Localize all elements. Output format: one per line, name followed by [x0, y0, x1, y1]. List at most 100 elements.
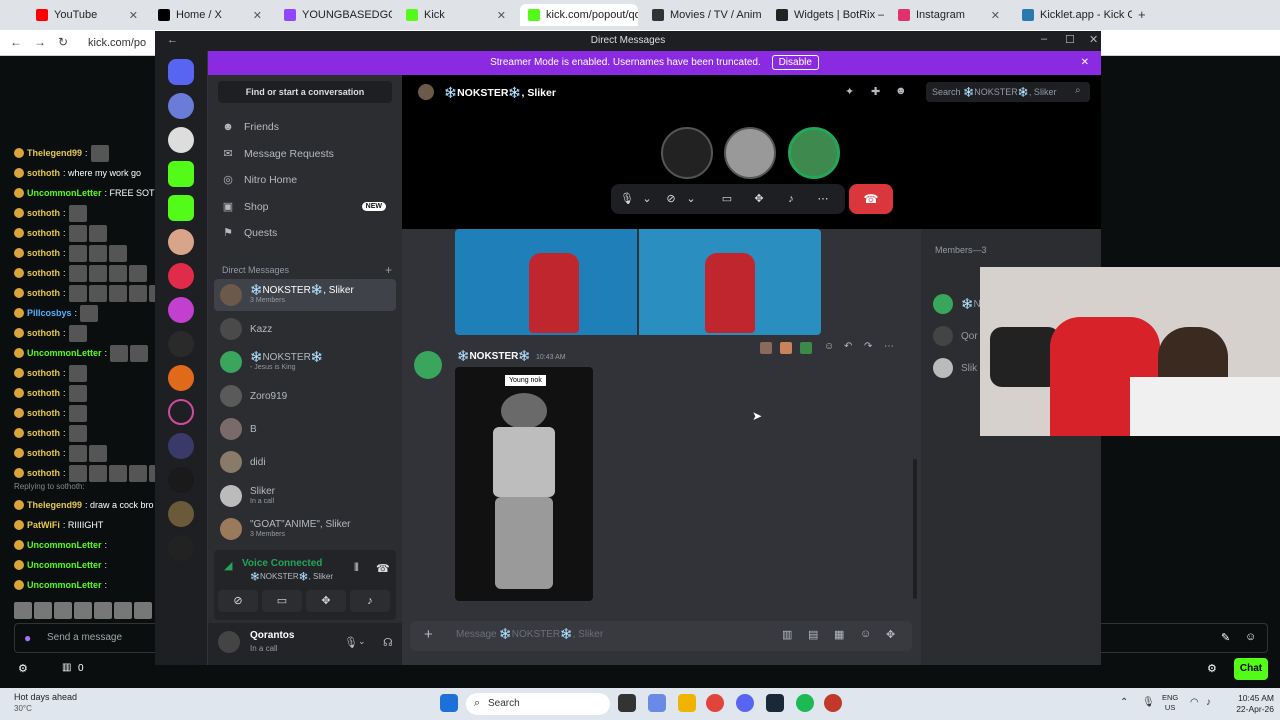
maximize-icon[interactable]: ☐ [1065, 33, 1075, 46]
hang-up-button[interactable]: ☎ [849, 184, 893, 214]
chat-username[interactable]: sothoth [27, 468, 60, 478]
chat-button[interactable]: Chat [1234, 658, 1268, 680]
browser-tab[interactable]: Kicklet.app - Kick Cha✕ [1014, 4, 1132, 26]
clock[interactable]: 10:45 AM 22-Apr-26 [1226, 693, 1274, 715]
message-composer[interactable]: + Message ❄️NOKSTER❄️, Sliker ▥ ▤ ▦ ☺ ✥ [410, 621, 912, 651]
nav-item-quests[interactable]: ⚑ Quests [218, 221, 392, 245]
call-participant-avatar[interactable] [724, 127, 776, 179]
dm-item[interactable]: B [214, 413, 396, 445]
browser-tab[interactable]: Kick ✕ [398, 4, 514, 26]
language-indicator[interactable]: ENG US [1162, 693, 1178, 713]
emoji-icon[interactable]: ☺ [1245, 631, 1256, 643]
chat-username[interactable]: UncommonLetter [27, 540, 102, 550]
task-view-icon[interactable] [618, 694, 636, 712]
steam-icon[interactable] [766, 694, 784, 712]
pin-icon[interactable]: ✦ [845, 85, 854, 98]
new-tab-icon[interactable]: + [1138, 7, 1146, 22]
close-banner-icon[interactable]: ✕ [1081, 51, 1089, 75]
emote-image[interactable] [14, 602, 32, 619]
emoji-icon[interactable]: ☺ [860, 628, 871, 640]
scrollbar[interactable] [913, 459, 917, 599]
chevron-up-icon[interactable]: ⌃ [1120, 697, 1128, 708]
mic-icon[interactable]: 🎙 [1142, 697, 1155, 708]
attachment-image[interactable] [639, 229, 821, 335]
server-icon[interactable] [168, 195, 194, 221]
gift-icon[interactable]: ▥ [782, 628, 792, 641]
chat-username[interactable]: UncommonLetter [27, 580, 102, 590]
browser-tab[interactable]: Home / X ✕ [150, 4, 270, 26]
settings-icon[interactable]: ⚙ [18, 662, 28, 675]
screen-share-button[interactable]: ▭ [262, 590, 302, 612]
add-dm-icon[interactable]: + [385, 263, 392, 277]
add-reaction-icon[interactable]: ☺ [824, 341, 834, 352]
nav-item-friends[interactable]: ☻ Friends [218, 115, 392, 139]
nav-item-mail[interactable]: ✉ Message Requests [218, 142, 392, 166]
discord-icon[interactable] [736, 694, 754, 712]
translate-icon[interactable]: ✎ [1221, 631, 1230, 644]
nav-item-nitro[interactable]: ◎ Nitro Home [218, 168, 392, 192]
forward-icon[interactable]: ↷ [864, 341, 872, 352]
members-icon[interactable]: ☻ [895, 85, 907, 97]
call-participant-avatar[interactable] [661, 127, 713, 179]
server-icon[interactable] [168, 501, 194, 527]
chat-username[interactable]: UncommonLetter [27, 560, 102, 570]
chat-username[interactable]: UncommonLetter [27, 188, 102, 198]
chat-username[interactable]: sothoth [27, 428, 60, 438]
reaction-icon[interactable] [780, 342, 792, 354]
gif-icon[interactable]: ▤ [808, 628, 818, 641]
minimize-icon[interactable]: – [1041, 33, 1047, 45]
camera-off-button[interactable]: ⊘ [218, 590, 258, 612]
reload-icon[interactable]: ↻ [58, 35, 68, 49]
chat-username[interactable]: UncommonLetter [27, 348, 102, 358]
server-icon[interactable] [168, 535, 194, 561]
dm-item[interactable]: ❄️NOKSTER❄️ - Jesus is King [214, 346, 396, 378]
back-icon[interactable]: ← [10, 35, 22, 49]
attachment-image[interactable] [455, 229, 637, 335]
heart-icon[interactable] [168, 399, 194, 425]
mic-icon[interactable]: 🎙 [344, 636, 358, 649]
mic-icon[interactable]: 🎙 [617, 189, 637, 209]
chevron-down-icon[interactable]: ⌄ [681, 189, 701, 209]
dm-item[interactable]: Sliker In a call [214, 480, 396, 512]
forward-icon[interactable]: → [34, 35, 46, 49]
find-conversation-input[interactable]: Find or start a conversation [218, 81, 392, 103]
add-friend-icon[interactable]: ✚ [871, 85, 880, 98]
taskbar-search[interactable]: Search [466, 693, 610, 715]
more-icon[interactable]: ⋯ [884, 341, 894, 352]
dm-item[interactable]: didi [214, 446, 396, 478]
close-window-icon[interactable]: ✕ [1089, 33, 1098, 46]
avatar[interactable] [414, 351, 442, 379]
dm-item[interactable]: ❄️NOKSTER❄️, Sliker 3 Members [214, 279, 396, 311]
send-message-input[interactable]: Send a message [14, 623, 158, 653]
back-arrow-icon[interactable]: ← [167, 34, 178, 46]
server-icon[interactable] [168, 127, 194, 153]
attachment-image[interactable]: Young nok [455, 367, 593, 601]
emote-image[interactable] [94, 602, 112, 619]
browser-tab[interactable]: Movies / TV / Anime✕ [644, 4, 762, 26]
chevron-down-icon[interactable]: ⌄ [358, 636, 366, 647]
server-icon[interactable] [168, 93, 194, 119]
close-tab-icon[interactable]: ✕ [123, 9, 138, 22]
app-icon[interactable] [824, 694, 842, 712]
server-icon[interactable] [168, 365, 194, 391]
file-explorer-icon[interactable] [678, 694, 696, 712]
headset-icon[interactable]: ☊ [383, 636, 393, 649]
add-attachment-icon[interactable]: + [424, 626, 433, 643]
spotify-icon[interactable] [796, 694, 814, 712]
close-tab-icon[interactable]: ✕ [491, 9, 506, 22]
chat-username[interactable]: sothoth [27, 208, 60, 218]
avatar[interactable] [218, 631, 240, 653]
soundboard-icon[interactable]: ♪ [781, 189, 801, 209]
activities-button[interactable]: ✥ [306, 590, 346, 612]
chat-username[interactable]: sothoth [27, 248, 60, 258]
close-tab-icon[interactable]: ✕ [985, 9, 1000, 22]
chat-username[interactable]: sothoth [27, 168, 60, 178]
chevron-down-icon[interactable]: ⌄ [637, 189, 657, 209]
windows-start-icon[interactable] [440, 694, 458, 712]
discord-home-icon[interactable] [168, 59, 194, 85]
emote-image[interactable] [34, 602, 52, 619]
volume-icon[interactable]: ♪ [1206, 697, 1211, 708]
gift-icon[interactable]: ▥ [62, 662, 71, 673]
chat-username[interactable]: PatWiFi [27, 520, 60, 530]
screen-share-icon[interactable]: ▭ [717, 189, 737, 209]
